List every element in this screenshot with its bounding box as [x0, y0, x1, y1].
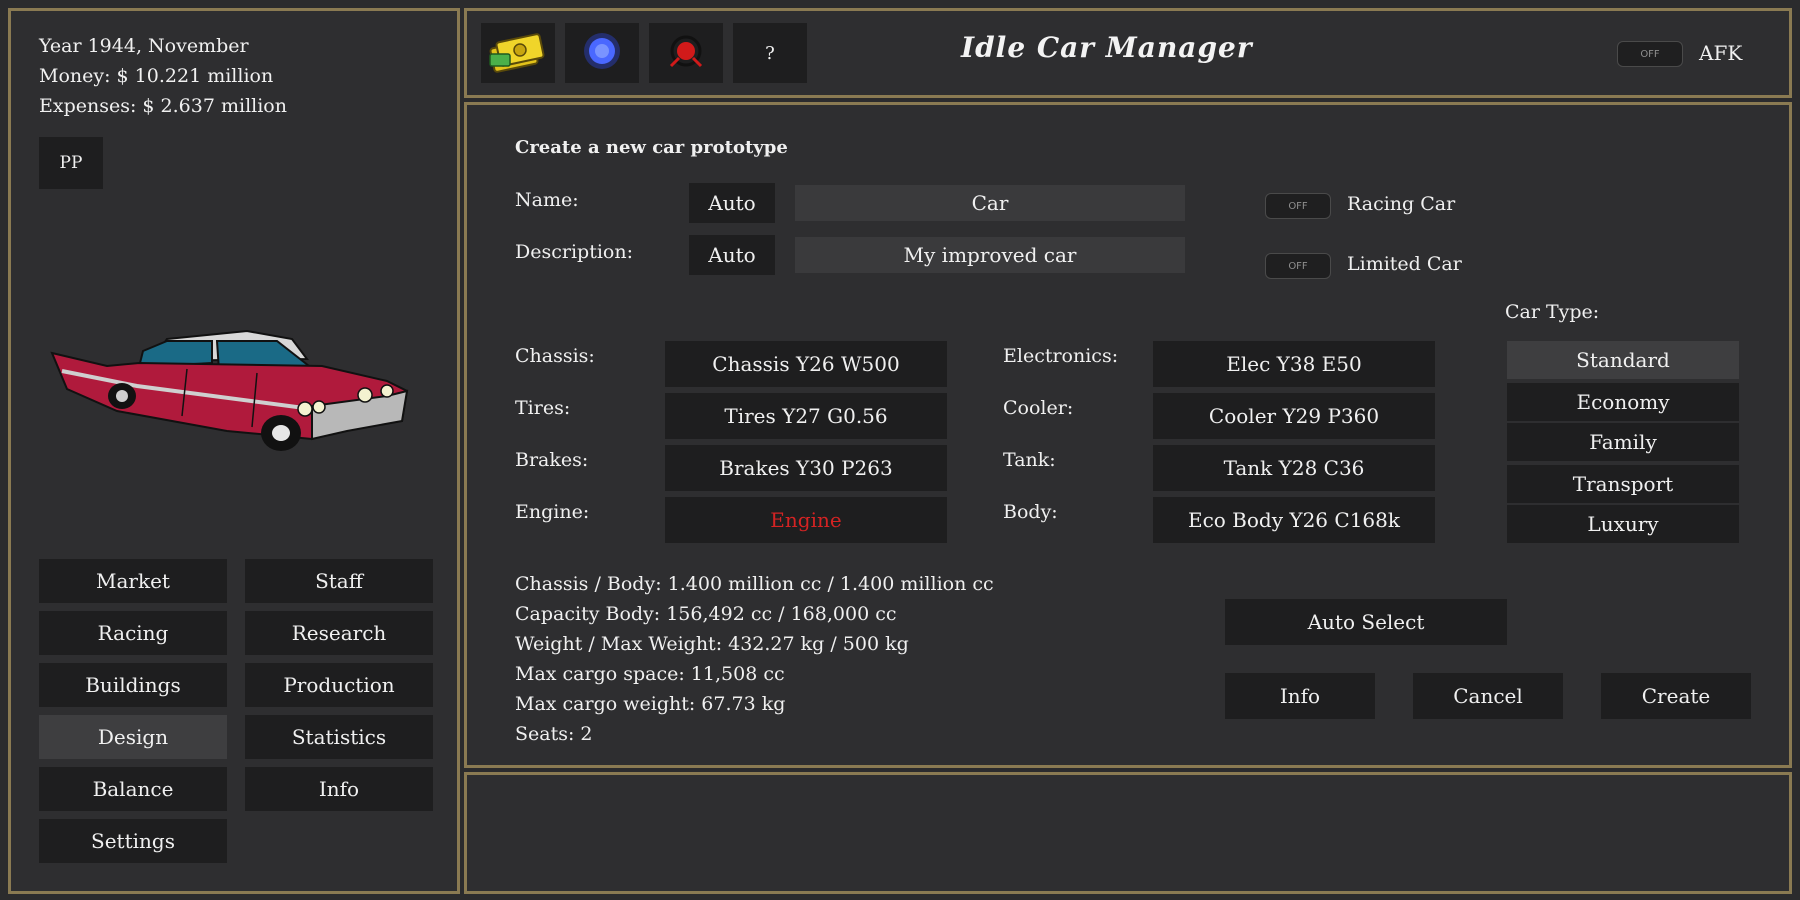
name-input[interactable]: Car	[795, 185, 1185, 221]
tires-select[interactable]: Tires Y27 G0.56	[665, 393, 947, 439]
car-type-economy[interactable]: Economy	[1507, 383, 1739, 421]
car-type-standard[interactable]: Standard	[1507, 341, 1739, 379]
message-panel	[464, 772, 1792, 894]
cancel-button[interactable]: Cancel	[1413, 673, 1563, 719]
brakes-label: Brakes:	[515, 449, 589, 471]
stat-cargo-space: Max cargo space: 11,508 cc	[515, 663, 785, 685]
stat-cargo-weight: Max cargo weight: 67.73 kg	[515, 693, 786, 715]
limited-car-toggle[interactable]: OFF	[1265, 253, 1331, 279]
description-input[interactable]: My improved car	[795, 237, 1185, 273]
app-title: Idle Car Manager	[961, 31, 1253, 64]
afk-label: AFK	[1699, 41, 1743, 65]
stat-weight: Weight / Max Weight: 432.27 kg / 500 kg	[515, 633, 909, 655]
tank-select[interactable]: Tank Y28 C36	[1153, 445, 1435, 491]
name-label: Name:	[515, 189, 579, 211]
left-sidebar: Year 1944, November Money: $ 10.221 mill…	[8, 8, 460, 894]
electronics-label: Electronics:	[1003, 345, 1119, 367]
chassis-select[interactable]: Chassis Y26 W500	[665, 341, 947, 387]
nav-buildings-button[interactable]: Buildings	[39, 663, 227, 707]
expenses-display: Expenses: $ 2.637 million	[39, 95, 287, 117]
nav-settings-button[interactable]: Settings	[39, 819, 227, 863]
pp-button[interactable]: PP	[39, 137, 103, 189]
racing-car-label: Racing Car	[1347, 193, 1456, 215]
cooler-select[interactable]: Cooler Y29 P360	[1153, 393, 1435, 439]
create-button[interactable]: Create	[1601, 673, 1751, 719]
car-type-luxury[interactable]: Luxury	[1507, 505, 1739, 543]
brakes-select[interactable]: Brakes Y30 P263	[665, 445, 947, 491]
tank-label: Tank:	[1003, 449, 1056, 471]
body-label: Body:	[1003, 501, 1058, 523]
red-target-icon	[661, 26, 711, 80]
help-button[interactable]: ?	[733, 23, 807, 83]
top-toolbar: ? Idle Car Manager OFF AFK	[464, 8, 1792, 98]
info-button[interactable]: Info	[1225, 673, 1375, 719]
nav-balance-button[interactable]: Balance	[39, 767, 227, 811]
prototype-panel: Create a new car prototype Name: Auto Ca…	[464, 102, 1792, 768]
car-type-transport[interactable]: Transport	[1507, 465, 1739, 503]
money-icon	[488, 28, 548, 78]
blue-orb-icon	[577, 26, 627, 80]
engine-label: Engine:	[515, 501, 590, 523]
research-orb-button[interactable]	[565, 23, 639, 83]
nav-production-button[interactable]: Production	[245, 663, 433, 707]
stat-chassis-body: Chassis / Body: 1.400 million cc / 1.400…	[515, 573, 994, 595]
prototype-heading: Create a new car prototype	[515, 137, 788, 158]
body-select[interactable]: Eco Body Y26 C168k	[1153, 497, 1435, 543]
nav-info-button[interactable]: Info	[245, 767, 433, 811]
nav-statistics-button[interactable]: Statistics	[245, 715, 433, 759]
racing-car-toggle[interactable]: OFF	[1265, 193, 1331, 219]
chassis-label: Chassis:	[515, 345, 595, 367]
car-illustration	[47, 311, 437, 461]
money-button[interactable]	[481, 23, 555, 83]
engine-select[interactable]: Engine	[665, 497, 947, 543]
description-auto-button[interactable]: Auto	[689, 235, 775, 275]
electronics-select[interactable]: Elec Y38 E50	[1153, 341, 1435, 387]
nav-racing-button[interactable]: Racing	[39, 611, 227, 655]
car-type-label: Car Type:	[1505, 301, 1600, 323]
stat-seats: Seats: 2	[515, 723, 593, 745]
nav-design-button[interactable]: Design	[39, 715, 227, 759]
auto-select-button[interactable]: Auto Select	[1225, 599, 1507, 645]
tires-label: Tires:	[515, 397, 571, 419]
game-date: Year 1944, November	[39, 35, 249, 57]
nav-research-button[interactable]: Research	[245, 611, 433, 655]
afk-toggle[interactable]: OFF	[1617, 41, 1683, 67]
limited-car-label: Limited Car	[1347, 253, 1462, 275]
racing-target-button[interactable]	[649, 23, 723, 83]
stat-capacity-body: Capacity Body: 156,492 cc / 168,000 cc	[515, 603, 897, 625]
description-label: Description:	[515, 241, 633, 263]
nav-market-button[interactable]: Market	[39, 559, 227, 603]
car-type-family[interactable]: Family	[1507, 423, 1739, 461]
nav-staff-button[interactable]: Staff	[245, 559, 433, 603]
cooler-label: Cooler:	[1003, 397, 1074, 419]
money-display: Money: $ 10.221 million	[39, 65, 274, 87]
name-auto-button[interactable]: Auto	[689, 183, 775, 223]
